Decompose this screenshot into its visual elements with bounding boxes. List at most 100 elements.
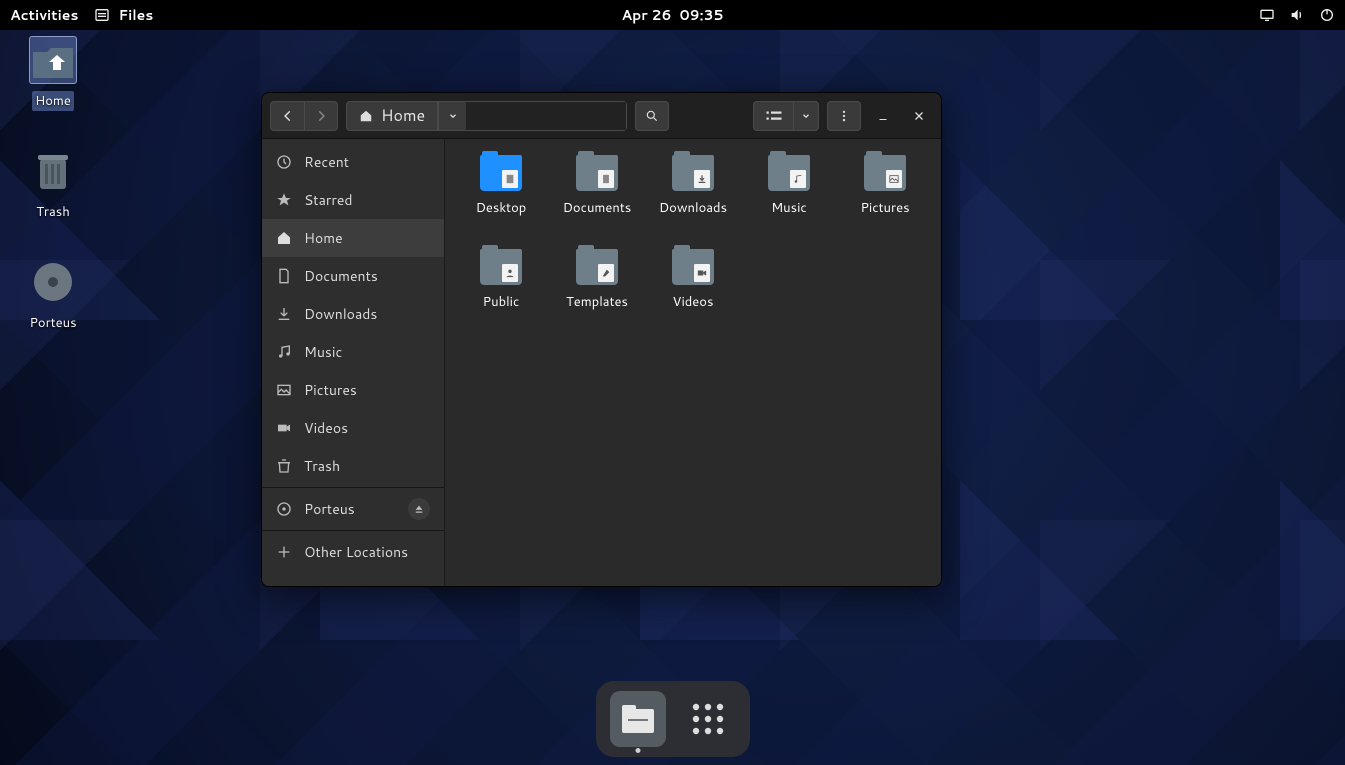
sidebar-item-starred[interactable]: Starred <box>262 181 444 219</box>
sidebar-item-label: Porteus <box>304 499 355 519</box>
folder-desktop[interactable]: Desktop <box>453 153 549 245</box>
sidebar-item-label: Starred <box>304 190 353 210</box>
folder-label: Templates <box>566 293 628 311</box>
view-toggle-button[interactable] <box>753 101 793 131</box>
volume-icon <box>1289 7 1305 23</box>
hamburger-menu-button[interactable] <box>827 101 861 131</box>
folder-label: Pictures <box>860 199 909 217</box>
sidebar-item-porteus[interactable]: Porteus <box>262 490 444 528</box>
sidebar-item-downloads[interactable]: Downloads <box>262 295 444 333</box>
home-icon <box>276 230 292 246</box>
dash-app-files[interactable] <box>610 691 666 747</box>
view-options-button[interactable] <box>793 101 819 131</box>
nav-buttons <box>270 101 338 131</box>
clock-date: Apr 26 <box>622 5 672 25</box>
display-icon <box>1259 7 1275 23</box>
folder-label: Documents <box>563 199 632 217</box>
disc-icon <box>276 501 292 517</box>
files-sidebar: Recent Starred Home Documents Downloads … <box>262 139 445 586</box>
menu-icon <box>837 109 851 123</box>
sidebar-item-label: Videos <box>304 418 348 438</box>
folder-label: Videos <box>673 293 714 311</box>
folder-label: Desktop <box>476 199 527 217</box>
folder-label: Downloads <box>659 199 727 217</box>
search-icon <box>645 109 659 123</box>
star-icon <box>276 192 292 208</box>
app-menu-label: Files <box>118 5 153 25</box>
sidebar-item-recent[interactable]: Recent <box>262 143 444 181</box>
eject-button[interactable] <box>408 498 430 520</box>
pictures-icon <box>276 382 292 398</box>
desktop-icon-trash[interactable]: Trash <box>8 147 98 222</box>
grid-icon <box>690 701 726 737</box>
close-icon <box>913 110 925 122</box>
sidebar-item-home[interactable]: Home <box>262 219 444 257</box>
folder-music[interactable]: Music <box>741 153 837 245</box>
files-icon <box>620 703 656 735</box>
eject-icon <box>414 504 424 514</box>
trash-icon <box>276 458 292 474</box>
desktop-icon-home-label: Home <box>32 91 74 111</box>
folder-downloads[interactable]: Downloads <box>645 153 741 245</box>
sidebar-item-label: Pictures <box>304 380 357 400</box>
activities-button[interactable]: Activities <box>10 5 78 25</box>
music-icon <box>276 344 292 360</box>
document-icon <box>276 268 292 284</box>
folder-label: Music <box>771 199 807 217</box>
sidebar-item-label: Home <box>304 228 343 248</box>
close-button[interactable] <box>905 101 933 131</box>
location-entry[interactable] <box>466 102 626 130</box>
folder-templates[interactable]: Templates <box>549 247 645 339</box>
path-bar[interactable]: Home <box>346 101 627 131</box>
folder-documents[interactable]: Documents <box>549 153 645 245</box>
sidebar-item-music[interactable]: Music <box>262 333 444 371</box>
folder-pictures[interactable]: Pictures <box>837 153 933 245</box>
folder-public[interactable]: Public <box>453 247 549 339</box>
desktop-icon-porteus[interactable]: Porteus <box>8 258 98 333</box>
sidebar-item-label: Documents <box>304 266 378 286</box>
folder-videos[interactable]: Videos <box>645 247 741 339</box>
desktop-icon-trash-label: Trash <box>33 202 73 222</box>
files-window: Home Recent Starred Home Documents Downl… <box>261 92 942 587</box>
app-menu-files[interactable]: Files <box>94 5 153 25</box>
download-icon <box>276 306 292 322</box>
desktop-icons: Home Trash Porteus <box>8 36 98 369</box>
sidebar-item-videos[interactable]: Videos <box>262 409 444 447</box>
sidebar-item-label: Other Locations <box>304 542 408 562</box>
view-controls <box>753 101 819 131</box>
sidebar-item-label: Recent <box>304 152 349 172</box>
sidebar-item-trash[interactable]: Trash <box>262 447 444 485</box>
path-dropdown[interactable] <box>438 102 466 130</box>
clock-time: 09:35 <box>680 5 724 25</box>
plus-icon <box>276 544 292 560</box>
top-bar: Activities Files Apr 26 09:35 <box>0 0 1345 30</box>
sidebar-item-other-locations[interactable]: Other Locations <box>262 533 444 571</box>
home-icon <box>359 109 373 123</box>
sidebar-item-pictures[interactable]: Pictures <box>262 371 444 409</box>
desktop-icon-home[interactable]: Home <box>8 36 98 111</box>
dash <box>596 681 750 757</box>
files-view[interactable]: Desktop Documents Downloads Music Pictur… <box>445 139 941 586</box>
system-menu[interactable] <box>1259 7 1335 23</box>
sidebar-item-documents[interactable]: Documents <box>262 257 444 295</box>
sidebar-item-label: Downloads <box>304 304 377 324</box>
dash-show-applications[interactable] <box>680 691 736 747</box>
clock[interactable]: Apr 26 09:35 <box>622 5 724 25</box>
power-icon <box>1319 7 1335 23</box>
sidebar-separator <box>262 530 444 531</box>
sidebar-separator <box>262 487 444 488</box>
sidebar-item-label: Music <box>304 342 342 362</box>
path-segment-home[interactable]: Home <box>347 102 438 130</box>
search-button[interactable] <box>635 101 669 131</box>
back-button[interactable] <box>270 101 304 131</box>
folder-label: Public <box>483 293 520 311</box>
forward-button[interactable] <box>304 101 338 131</box>
files-app-icon <box>94 7 110 23</box>
path-segment-label: Home <box>381 104 425 127</box>
sidebar-item-label: Trash <box>304 456 340 476</box>
clock-icon <box>276 154 292 170</box>
running-indicator <box>635 748 640 753</box>
desktop-icon-porteus-label: Porteus <box>26 313 79 333</box>
minimize-button[interactable] <box>869 101 897 131</box>
video-icon <box>276 420 292 436</box>
